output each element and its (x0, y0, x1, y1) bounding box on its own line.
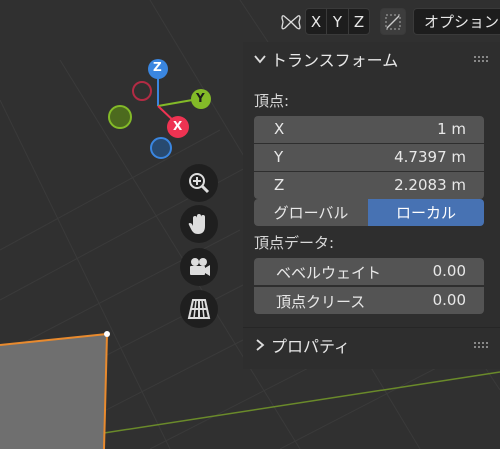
gizmo-y-label: Y (196, 91, 205, 105)
vertex-z-field[interactable]: Z 2.2083 m (254, 172, 484, 199)
bevel-weight-value: 0.00 (432, 262, 466, 280)
bevel-weight-label: ベベルウェイト (276, 264, 382, 282)
local-label: ローカル (395, 204, 456, 222)
properties-title: プロパティ (271, 337, 351, 356)
vertex-x-value: 1 m (437, 120, 466, 138)
vertex-y-label: Y (274, 148, 284, 166)
mirror-y-button[interactable]: Y (326, 8, 349, 35)
transform-panel-header[interactable]: トランスフォーム (243, 44, 500, 74)
gizmo-x-label: X (173, 119, 183, 133)
local-toggle[interactable]: ローカル (368, 199, 484, 226)
zoom-icon (189, 173, 210, 194)
gizmo-neg-y (108, 105, 132, 129)
vertex-x-field[interactable]: X 1 m (254, 116, 484, 143)
mirror-z-label: Z (353, 12, 365, 31)
zoom-button[interactable] (180, 164, 218, 202)
global-label: グローバル (273, 204, 349, 222)
panel-divider (243, 327, 500, 328)
camera-icon (190, 258, 210, 276)
vertex-crease-value: 0.00 (432, 291, 466, 309)
mirror-y-label: Y (332, 12, 343, 31)
camera-view-button[interactable] (180, 248, 218, 286)
butterfly-icon (281, 15, 301, 30)
vertex-crease-field[interactable]: 頂点クリース 0.00 (254, 287, 484, 314)
options-label: オプション (424, 13, 500, 31)
gizmo-z-label: Z (153, 60, 162, 74)
vertex-z-label: Z (274, 176, 285, 194)
ortho-toggle-button[interactable] (180, 290, 218, 328)
mirror-x-button[interactable]: X (305, 8, 327, 35)
chevron-down-icon (254, 55, 266, 64)
vertex-z-value: 2.2083 m (394, 176, 466, 194)
chevron-right-icon (256, 339, 265, 351)
topology-icon (385, 14, 401, 29)
vertex-x-label: X (274, 120, 285, 138)
global-toggle[interactable]: グローバル (254, 199, 368, 226)
sidebar-panel: トランスフォーム 頂点: X 1 m Y 4.7397 m Z 2.2083 m… (243, 42, 500, 369)
vertex-crease-label: 頂点クリース (276, 293, 366, 311)
mirror-x-label: X (310, 12, 322, 31)
grid-icon (187, 299, 211, 319)
bevel-weight-field[interactable]: ベベルウェイト 0.00 (254, 258, 484, 285)
mirror-z-button[interactable]: Z (348, 8, 370, 35)
vertex-y-field[interactable]: Y 4.7397 m (254, 144, 484, 171)
gizmo-neg-z (150, 137, 172, 159)
properties-panel-header[interactable]: プロパティ (243, 330, 500, 360)
options-dropdown[interactable]: オプション (413, 8, 500, 35)
hand-icon (188, 214, 205, 234)
vertex-data-label: 頂点データ: (254, 234, 335, 252)
pan-button[interactable] (180, 205, 218, 243)
3d-viewport[interactable]: Z Y X X Y Z オプション トランスフォーム 頂点: X 1 m Y 4… (0, 0, 500, 449)
gizmo-neg-x (132, 81, 152, 101)
transform-title: トランスフォーム (271, 51, 399, 70)
vertex-y-value: 4.7397 m (394, 148, 466, 166)
topology-mirror-button[interactable] (380, 8, 406, 35)
mesh-face (0, 334, 107, 449)
drag-handle-icon[interactable] (474, 342, 488, 348)
vertex-label: 頂点: (254, 92, 290, 110)
drag-handle-icon[interactable] (474, 56, 488, 62)
mirror-icon-button[interactable] (280, 10, 302, 34)
selected-vertex (104, 331, 110, 337)
